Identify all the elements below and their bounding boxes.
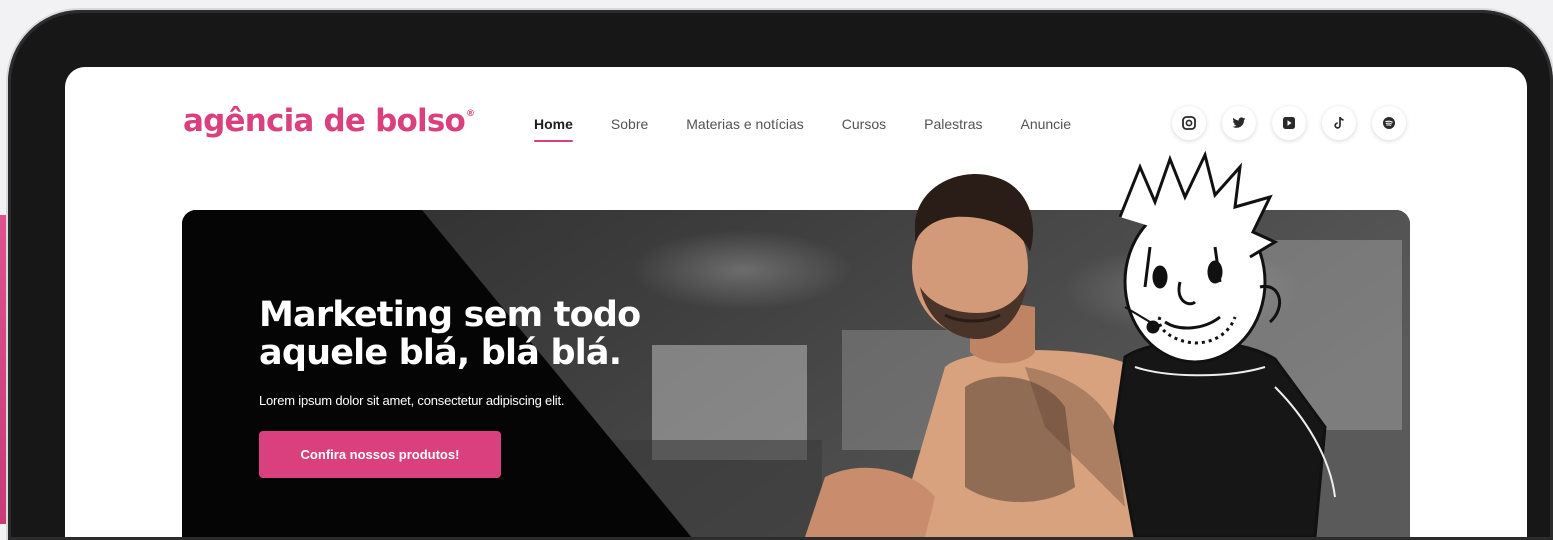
- device-frame: agência de bolso® Home Sobre Materias e …: [8, 10, 1553, 540]
- cartoon-character-illustration: [1113, 150, 1336, 537]
- speaker-photo: [805, 174, 1165, 537]
- device-screen: agência de bolso® Home Sobre Materias e …: [65, 67, 1527, 537]
- hero-figures-illustration: [805, 150, 1336, 537]
